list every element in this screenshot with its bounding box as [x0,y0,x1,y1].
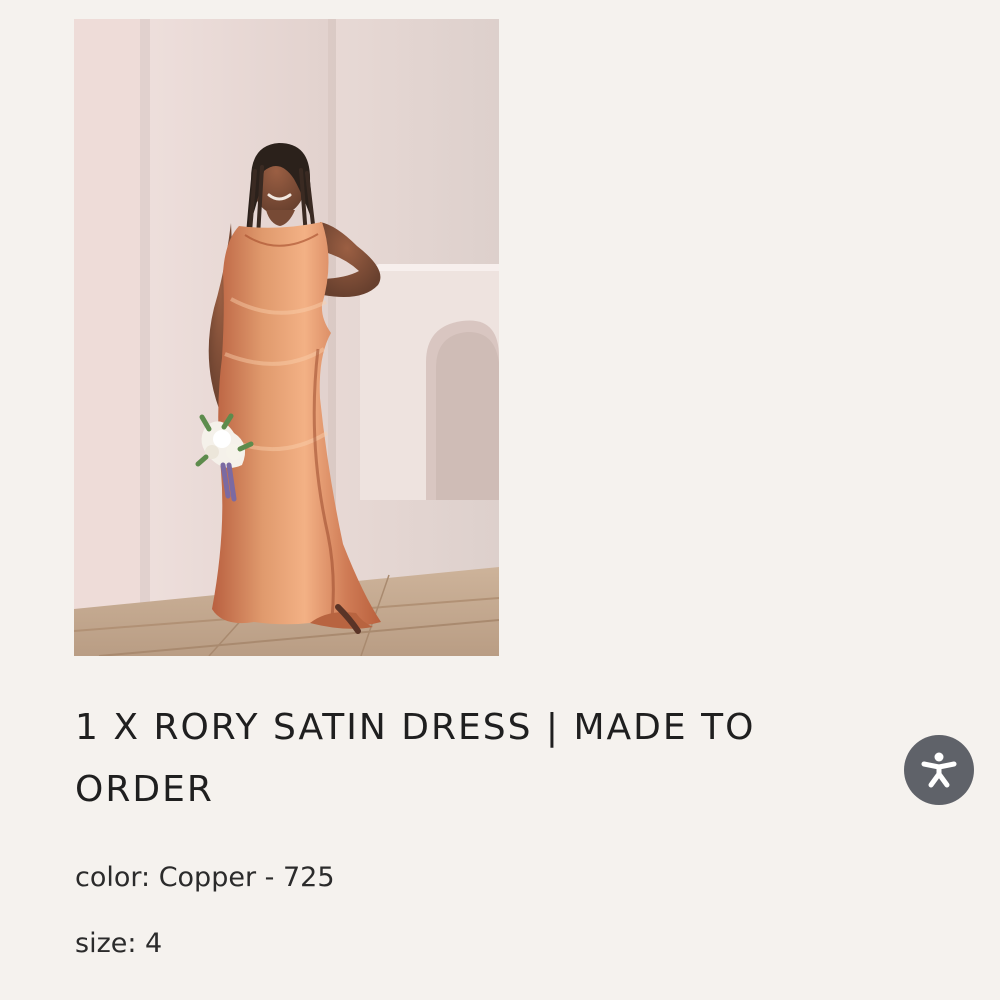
product-title: 1 X RORY SATIN DRESS | MADE TO ORDER [75,707,756,810]
order-item-page: 1 X RORY SATIN DRESS | MADE TO ORDER col… [0,0,1000,1000]
copper-satin-dress-photo [74,19,499,656]
accessibility-person-icon [921,752,957,788]
accessibility-button[interactable] [904,735,974,805]
product-size: size: 4 [75,928,163,959]
product-color: color: Copper - 725 [75,862,335,893]
product-image [74,19,499,656]
